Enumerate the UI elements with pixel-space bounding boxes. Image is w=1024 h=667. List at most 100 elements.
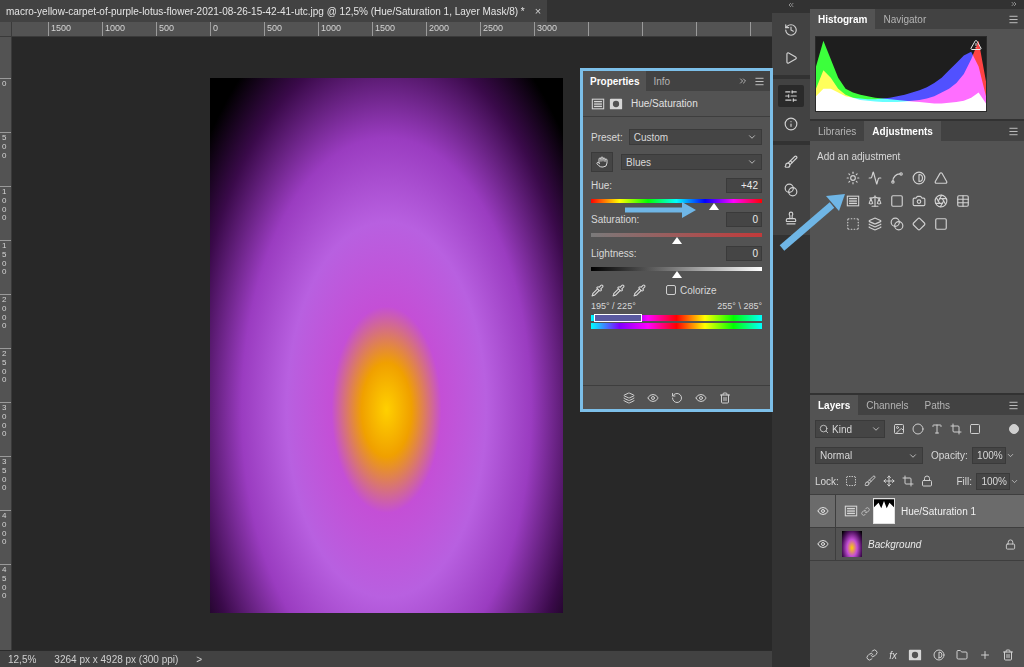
panel-tab[interactable]: Libraries	[810, 121, 864, 141]
visibility-eye-icon[interactable]	[817, 538, 829, 550]
clip-to-layer-icon[interactable]	[623, 392, 635, 404]
preset-dropdown[interactable]: Custom	[629, 129, 762, 145]
type-filter-icon[interactable]	[931, 423, 943, 435]
expand-icon[interactable]	[738, 76, 748, 86]
panel-tab[interactable]: Properties	[583, 71, 646, 91]
panel-button[interactable]	[778, 85, 804, 107]
delete-layer-icon[interactable]	[1002, 649, 1014, 661]
visibility-eye-icon[interactable]	[817, 505, 829, 517]
close-tab-button[interactable]: ×	[535, 3, 541, 20]
adjustment-button[interactable]	[889, 193, 905, 209]
lock-artboard-icon[interactable]	[902, 475, 914, 487]
adjustment-button[interactable]	[845, 216, 861, 232]
adjustment-button[interactable]	[889, 170, 905, 186]
color-range-bar[interactable]	[591, 315, 762, 321]
panel-menu-icon[interactable]	[1008, 126, 1019, 137]
slider-value-field[interactable]: +42	[726, 178, 762, 193]
adjustment-button[interactable]	[955, 193, 971, 209]
mask-link-icon[interactable]	[861, 507, 870, 516]
channel-dropdown[interactable]: Blues	[621, 154, 762, 170]
slider-track[interactable]	[591, 199, 762, 203]
eyedropper-icon[interactable]	[591, 284, 604, 297]
eyedropper-plus-icon[interactable]	[612, 284, 625, 297]
adjustment-button[interactable]	[845, 193, 861, 209]
panel-button[interactable]	[778, 151, 804, 173]
lock-pixels-icon[interactable]	[864, 475, 876, 487]
panel-tab[interactable]: Adjustments	[864, 121, 941, 141]
lock-all-icon[interactable]	[921, 475, 933, 487]
layer-row[interactable]: Background	[810, 528, 1024, 561]
adjustment-button[interactable]	[889, 216, 905, 232]
properties-panel[interactable]: PropertiesInfoHue/SaturationPreset:Custo…	[580, 68, 773, 412]
view-previous-icon[interactable]	[647, 392, 659, 404]
slider-track[interactable]	[591, 233, 762, 237]
adjustment-button[interactable]	[845, 170, 861, 186]
toggle-visibility-icon[interactable]	[695, 392, 707, 404]
panel-menu-icon[interactable]	[754, 76, 765, 87]
adjustment-button[interactable]	[911, 216, 927, 232]
panel-tab[interactable]: Histogram	[810, 9, 875, 29]
layer-style-button[interactable]: fx	[889, 648, 897, 663]
link-layers-icon[interactable]	[866, 649, 878, 661]
layer-lock-icon[interactable]	[1005, 539, 1016, 550]
adjustment-button[interactable]	[867, 170, 883, 186]
pixel-filter-icon[interactable]	[893, 423, 905, 435]
panel-button[interactable]	[778, 207, 804, 229]
slider-track[interactable]	[591, 267, 762, 271]
panel-menu-icon[interactable]	[1008, 14, 1019, 25]
slider-value-field[interactable]: 0	[726, 212, 762, 227]
targeted-adjustment-button[interactable]	[591, 152, 613, 172]
hue-saturation-icon[interactable]	[844, 504, 858, 518]
slider-value-field[interactable]: 0	[726, 246, 762, 261]
filter-dropdown[interactable]: Kind	[815, 420, 885, 438]
filter-toggle[interactable]	[1009, 424, 1019, 434]
lock-position-icon[interactable]	[883, 475, 895, 487]
layer-thumbnail[interactable]	[842, 531, 862, 557]
shape-filter-icon[interactable]	[950, 423, 962, 435]
status-menu-button[interactable]: >	[196, 652, 202, 667]
smart-object-filter-icon[interactable]	[969, 423, 981, 435]
new-group-icon[interactable]	[956, 649, 968, 661]
eyedropper-minus-icon[interactable]	[633, 284, 646, 297]
panel-tab[interactable]: Paths	[917, 395, 959, 415]
panel-button[interactable]	[778, 179, 804, 201]
adjustment-button[interactable]	[867, 216, 883, 232]
slider-thumb[interactable]	[672, 237, 682, 244]
adjustment-filter-icon[interactable]	[912, 423, 924, 435]
new-adjustment-icon[interactable]	[933, 649, 945, 661]
collapse-icon[interactable]	[1010, 0, 1018, 8]
panel-button[interactable]	[778, 113, 804, 135]
warning-icon[interactable]	[970, 39, 982, 51]
lock-transparency-icon[interactable]	[845, 475, 857, 487]
fill-field[interactable]: 100%	[976, 473, 1010, 490]
chevron-down-icon[interactable]	[1006, 451, 1015, 460]
panel-button[interactable]	[778, 47, 804, 69]
range-marker[interactable]	[594, 314, 642, 322]
chevron-down-icon[interactable]	[1010, 477, 1019, 486]
adjustment-button[interactable]	[867, 193, 883, 209]
panel-tab[interactable]: Navigator	[875, 9, 934, 29]
adjustment-button[interactable]	[933, 216, 949, 232]
panel-menu-icon[interactable]	[1008, 400, 1019, 411]
reset-icon[interactable]	[671, 392, 683, 404]
collapse-icon[interactable]	[787, 1, 795, 9]
panel-tab[interactable]: Info	[646, 71, 677, 91]
delete-icon[interactable]	[719, 392, 731, 404]
blend-mode-dropdown[interactable]: Normal	[815, 447, 923, 464]
zoom-level[interactable]: 12,5%	[8, 652, 36, 667]
hue-saturation-icon[interactable]	[591, 97, 605, 111]
opacity-field[interactable]: 100%	[972, 447, 1006, 464]
document-tab[interactable]: macro-yellow-carpet-of-purple-lotus-flow…	[0, 0, 547, 22]
adjustment-button[interactable]	[933, 193, 949, 209]
panel-tab[interactable]: Channels	[858, 395, 916, 415]
adjustment-button[interactable]	[933, 170, 949, 186]
new-layer-icon[interactable]	[979, 649, 991, 661]
panel-button[interactable]	[778, 19, 804, 41]
adjustment-button[interactable]	[911, 193, 927, 209]
mask-thumbnail[interactable]	[873, 498, 895, 524]
layer-row[interactable]: Hue/Saturation 1	[810, 495, 1024, 528]
slider-thumb[interactable]	[672, 271, 682, 278]
panel-tab[interactable]: Layers	[810, 395, 858, 415]
colorize-checkbox[interactable]: Colorize	[666, 283, 717, 298]
adjustment-button[interactable]	[911, 170, 927, 186]
